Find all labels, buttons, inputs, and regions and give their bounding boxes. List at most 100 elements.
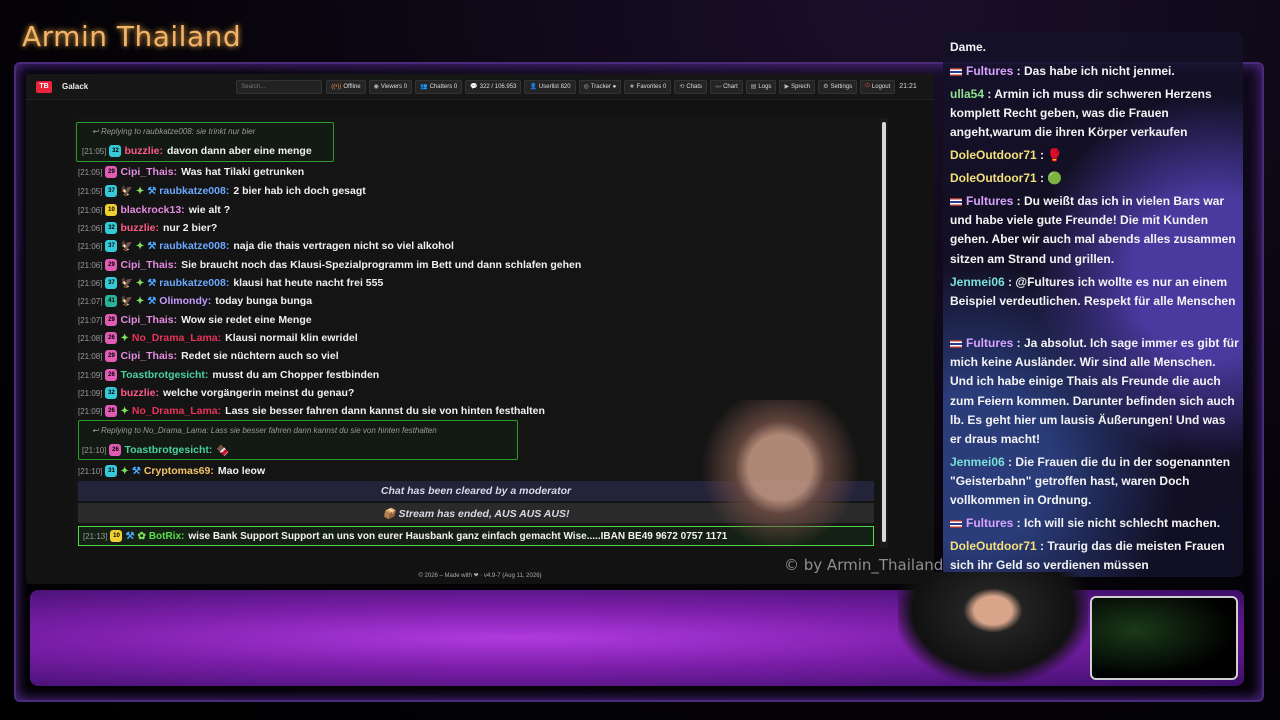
message-text: welche vorgängerin meinst du genau? [162, 387, 355, 399]
side-chat-username[interactable]: DoleOutdoor71 [950, 148, 1037, 162]
chart-button[interactable]: 〰 Chart [710, 79, 743, 94]
thai-flag-icon [950, 67, 962, 76]
side-chat-message: Fultures : Das habe ich nicht jenmei. [950, 62, 1240, 81]
chatters-button[interactable]: 👥 Chatters 0 [415, 79, 463, 94]
history-icon: ⟲ [679, 84, 685, 90]
message-timestamp: [21:06] [78, 260, 103, 270]
sub-badge: 26 [109, 444, 122, 456]
sparkle-icon: ✦ [135, 277, 145, 289]
sub-badge: 32 [109, 145, 122, 157]
viewers-button[interactable]: ◉ Viewers 0 [368, 79, 413, 94]
sparkle-icon: ✦ [135, 240, 145, 252]
message-username[interactable]: Toastbrotgesicht: [124, 444, 212, 456]
message-text: musst du am Chopper festbinden [212, 369, 380, 381]
logs-icon: ▤ [750, 84, 757, 90]
eagle-icon: 🦅 [120, 295, 133, 307]
thai-flag-icon [950, 197, 962, 206]
sparkle-icon: ✦ [135, 295, 145, 307]
message-username[interactable]: Olimondy: [159, 295, 211, 307]
message-username[interactable]: buzzlie: [120, 387, 159, 399]
eagle-icon: 🦅 [120, 277, 133, 289]
side-chat-username[interactable]: Fultures [966, 64, 1013, 78]
message-username[interactable]: Cipi_Thais: [120, 314, 177, 326]
button-label: Logout [871, 83, 891, 90]
message-username[interactable]: BotRix: [149, 531, 185, 542]
eagle-icon: 🦅 [120, 240, 133, 252]
message-username[interactable]: Toastbrotgesicht: [120, 369, 208, 381]
message-timestamp: [21:10] [82, 445, 107, 455]
message-timestamp: [21:05] [78, 167, 103, 177]
chat-message: [21:05] 37 🦅 ✦ ⚒ raubkatze008: 2 bier hab ich … [78, 183, 366, 199]
message-text: today bunga bunga [215, 295, 313, 307]
message-username[interactable]: blackrock13: [120, 204, 184, 216]
message-text: 2 bier hab ich doch gesagt [233, 185, 366, 197]
moderator-icon: ⚒ [131, 465, 141, 477]
message-timestamp: [21:08] [78, 351, 103, 361]
settings-button[interactable]: ⚙ Settings [818, 79, 858, 94]
message-timestamp: [21:09] [78, 388, 103, 398]
channel-title: Armin Thailand [22, 20, 242, 53]
message-text: Redet sie nüchtern auch so viel [181, 350, 339, 362]
sub-badge: 32 [105, 387, 118, 399]
clock: 21:21 [899, 83, 917, 90]
message-text: wise Bank Support Support an uns von eur… [188, 530, 728, 542]
message-username[interactable]: Cipi_Thais: [120, 166, 177, 178]
offline-button[interactable]: ((•)) Offline [326, 79, 366, 94]
side-chat-username[interactable]: DoleOutdoor71 [950, 539, 1037, 553]
userlist-button[interactable]: 👤 Userlist 820 [524, 79, 576, 94]
stream-scene: Armin Thailand TB Galack Search... ((•))… [0, 0, 1280, 720]
side-chat-username[interactable]: Jenmei06 [950, 275, 1005, 289]
side-chat-username[interactable]: DoleOutdoor71 [950, 171, 1037, 185]
user-icon: 👤 [529, 84, 537, 90]
message-username[interactable]: raubkatze008: [159, 277, 229, 289]
star-icon: ★ [629, 84, 635, 90]
message-username[interactable]: raubkatze008: [159, 240, 229, 252]
side-chat-text: : Ich will sie nicht schlecht machen. [1013, 516, 1221, 530]
side-chat-message: Jenmei06 : @Fultures ich wollte es nur a… [950, 273, 1240, 311]
message-timestamp: [21:09] [78, 406, 103, 416]
chat-message: [21:06] 37 🦅 ✦ ⚒ raubkatze008: naja die thais … [78, 238, 454, 254]
chat-message: [21:09] 26 Toastbrotgesicht: musst du am Ch… [78, 367, 379, 383]
chats-button[interactable]: ⟲ Chats [674, 79, 708, 94]
sub-badge: 26 [105, 332, 118, 344]
side-chat-username[interactable]: Fultures [966, 336, 1013, 350]
chat-message: [21:05] 29 Cipi_Thais: Was hat Tilaki getru… [78, 164, 304, 180]
message-timestamp: [21:06] [78, 278, 103, 288]
sub-badge: 37 [105, 240, 118, 252]
message-username[interactable]: Cryptomas69: [144, 465, 214, 477]
side-chat-username[interactable]: ulla54 [950, 87, 984, 101]
message-username[interactable]: No_Drama_Lama: [132, 405, 221, 417]
message-timestamp: [21:13] [83, 531, 108, 541]
side-chat-username[interactable]: Jenmei06 [950, 455, 1005, 469]
tracker-button[interactable]: ◎ Tracker ● [578, 79, 622, 94]
scrollbar-thumb[interactable] [882, 122, 886, 542]
message-text: naja die thais vertragen nicht so viel a… [233, 240, 454, 252]
side-chat-message: Fultures : Ja absolut. Ich sage immer es… [950, 334, 1240, 449]
search-input[interactable]: Search... [236, 79, 323, 94]
topbar-buttons: ((•)) Offline ◉ Viewers 0 👥 Chatters 0 💬 322 / … [322, 79, 896, 94]
thai-flag-icon [950, 519, 962, 528]
logs-button[interactable]: ▤ Logs [745, 79, 777, 94]
tracker-icon: ◎ [583, 84, 589, 90]
side-chat-username[interactable]: Fultures [966, 516, 1013, 530]
message-username[interactable]: Cipi_Thais: [120, 350, 177, 362]
reply-context: ↩ Replying to raubkatze008: sie trinkt n… [92, 127, 256, 136]
side-chat-text: : Ja absolut. Ich sage immer es gibt für… [950, 336, 1239, 447]
322-button[interactable]: 💬 322 / 106.953 [465, 79, 522, 94]
sub-badge: 26 [105, 405, 118, 417]
stream-chat-panel: Dame. Fultures : Das habe ich nicht jenme… [943, 32, 1243, 577]
message-timestamp: [21:10] [78, 466, 103, 476]
message-username[interactable]: raubkatze008: [159, 185, 229, 197]
favorites-button[interactable]: ★ Favorites 0 [624, 79, 672, 94]
message-username[interactable]: Cipi_Thais: [120, 259, 177, 271]
message-username[interactable]: buzzlie: [120, 222, 159, 234]
message-username[interactable]: No_Drama_Lama: [132, 332, 221, 344]
settings-icon: ⚙ [823, 84, 829, 90]
logout-button[interactable]: ⏻ Logout [860, 79, 896, 94]
side-chat-username[interactable]: Fultures [966, 194, 1013, 208]
secondary-camera [1090, 596, 1238, 680]
button-label: Logs [758, 83, 772, 90]
message-username[interactable]: buzzlie: [124, 145, 163, 157]
moderator-icon: ⚒ [125, 530, 135, 542]
sprech-button[interactable]: ▶ Sprech [779, 79, 816, 94]
